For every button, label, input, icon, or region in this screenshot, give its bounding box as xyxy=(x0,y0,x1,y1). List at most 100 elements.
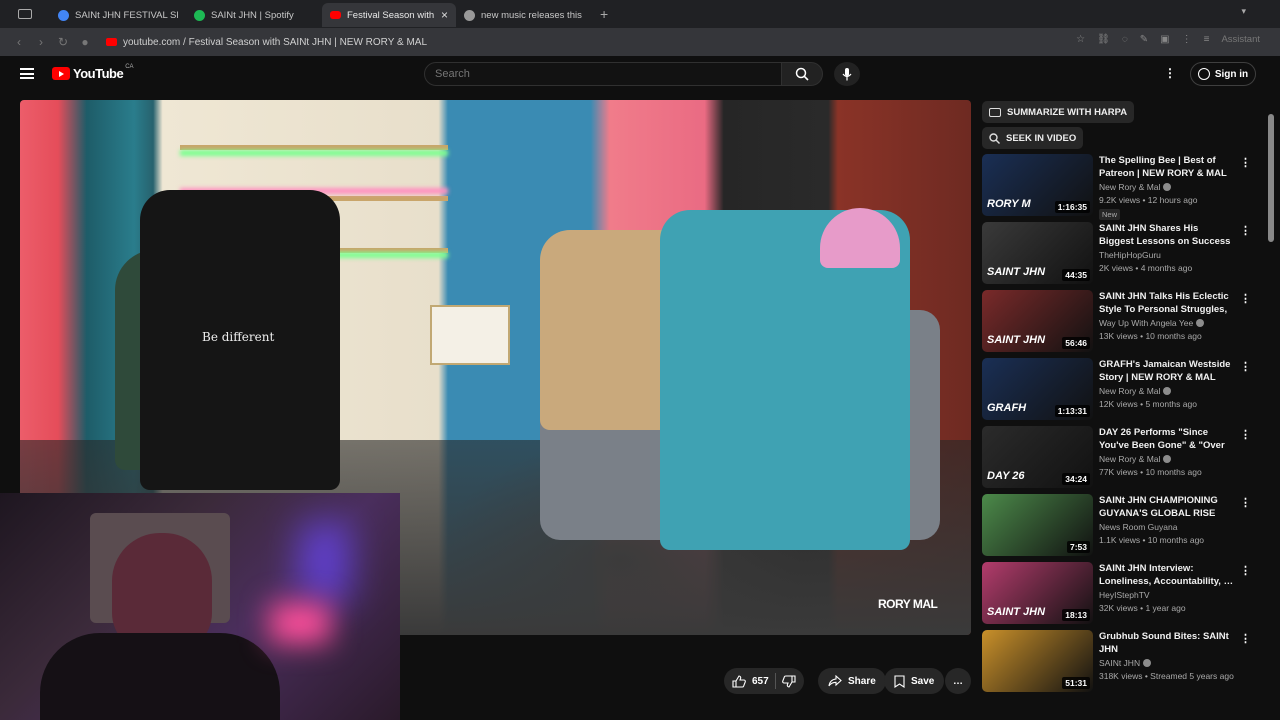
video-thumbnail[interactable]: SAINT JHN 44:35 xyxy=(982,222,1093,284)
video-title[interactable]: Grubhub Sound Bites: SAINt JHN xyxy=(1099,630,1235,656)
save-label: Save xyxy=(911,675,935,687)
save-group: Save xyxy=(884,668,945,694)
channel-name[interactable]: New Rory & Mal xyxy=(1099,454,1160,464)
video-thumbnail[interactable]: SAINT JHN 56:46 xyxy=(982,290,1093,352)
save-button[interactable]: Save xyxy=(884,668,945,694)
video-thumbnail[interactable]: DAY 26 34:24 xyxy=(982,426,1093,488)
video-title[interactable]: SAINt JHN CHAMPIONING GUYANA'S GLOBAL RI… xyxy=(1099,494,1235,520)
link-icon[interactable]: ⛓ xyxy=(1097,34,1110,45)
video-thumbnail[interactable]: GRAFH 1:13:31 xyxy=(982,358,1093,420)
tab-new-music[interactable]: new music releases this wee xyxy=(456,3,592,27)
settings-menu-icon[interactable]: ⋮ xyxy=(1164,66,1176,80)
more-options-icon[interactable]: ⋮ xyxy=(1240,156,1251,169)
recommendation-item[interactable]: 7:53 SAINt JHN CHAMPIONING GUYANA'S GLOBA… xyxy=(980,494,1260,556)
video-thumbnail[interactable]: SAINT JHN 18:13 xyxy=(982,562,1093,624)
search-input[interactable] xyxy=(424,62,782,86)
video-title[interactable]: GRAFH's Jamaican Westside Story | NEW RO… xyxy=(1099,358,1235,384)
divider xyxy=(774,673,776,689)
recommendation-item[interactable]: 51:31 Grubhub Sound Bites: SAINt JHN SAINt… xyxy=(980,630,1260,692)
url-field[interactable]: youtube.com / Festival Season with SAINt… xyxy=(106,37,427,48)
recommendation-item[interactable]: SAINT JHN 44:35 SAINt JHN Shares His Bigge… xyxy=(980,222,1260,284)
camera-icon[interactable]: ▣ xyxy=(1160,34,1169,45)
video-title[interactable]: DAY 26 Performs "Since You've Been Gone"… xyxy=(1099,426,1235,452)
channel-row: New Rory & Mal xyxy=(1099,386,1172,396)
microphone-icon xyxy=(842,67,852,80)
extension-icon[interactable]: ◌ xyxy=(1122,34,1128,45)
channel-name[interactable]: News Room Guyana xyxy=(1099,522,1177,532)
back-icon[interactable]: ‹ xyxy=(8,35,30,49)
thumbnail-text: DAY 26 xyxy=(987,470,1025,482)
tab-spotify[interactable]: SAINt JHN | Spotify xyxy=(186,3,322,27)
bookmark-star-icon[interactable]: ☆ xyxy=(1076,34,1085,45)
video-meta: 32K views • 1 year ago xyxy=(1099,603,1186,613)
channel-name[interactable]: New Rory & Mal xyxy=(1099,386,1160,396)
video-duration: 1:13:31 xyxy=(1054,405,1090,417)
channel-name[interactable]: SAINt JHN xyxy=(1099,658,1140,668)
more-options-icon[interactable]: ⋮ xyxy=(1240,496,1251,509)
mic-permission-icon[interactable]: ● xyxy=(74,35,96,49)
video-meta: 2K views • 4 months ago xyxy=(1099,263,1193,273)
country-code: CA xyxy=(125,63,134,70)
video-thumbnail[interactable]: RORY M 1:16:35 xyxy=(982,154,1093,216)
reload-icon[interactable]: ↻ xyxy=(52,35,74,49)
more-actions-button[interactable]: … xyxy=(945,668,971,694)
more-options-icon[interactable]: ⋮ xyxy=(1240,564,1251,577)
equalizer-icon[interactable]: ⋮ xyxy=(1182,34,1192,45)
seek-in-video-button[interactable]: SEEK IN VIDEO xyxy=(982,127,1084,149)
menu-icon[interactable] xyxy=(20,68,34,79)
channel-row: TheHipHopGuru xyxy=(1099,250,1161,260)
share-button[interactable]: Share xyxy=(818,668,886,694)
more-options-icon[interactable]: ⋮ xyxy=(1240,224,1251,237)
sidebar-toggle-button[interactable] xyxy=(0,0,50,28)
tab-label: new music releases this wee xyxy=(481,9,584,21)
video-title[interactable]: SAINt JHN Shares His Biggest Lessons on … xyxy=(1099,222,1235,248)
video-title[interactable]: The Spelling Bee | Best of Patreon | NEW… xyxy=(1099,154,1235,180)
recommendation-item[interactable]: GRAFH 1:13:31 GRAFH's Jamaican Westside St… xyxy=(980,358,1260,420)
chevron-down-icon[interactable]: ▾ xyxy=(1241,6,1246,17)
channel-name[interactable]: TheHipHopGuru xyxy=(1099,250,1161,260)
close-tab-icon[interactable]: × xyxy=(441,8,448,22)
channel-row: New Rory & Mal xyxy=(1099,182,1172,192)
sign-in-button[interactable]: Sign in xyxy=(1190,62,1256,86)
channel-name[interactable]: New Rory & Mal xyxy=(1099,182,1160,192)
like-button[interactable]: 657 xyxy=(724,668,804,694)
tab-saint-jhn-festival[interactable]: SAINt JHN FESTIVAL SEASO xyxy=(50,3,186,27)
streamer-body xyxy=(40,633,280,720)
video-thumbnail[interactable]: 51:31 xyxy=(982,630,1093,692)
page-scrollbar[interactable] xyxy=(1268,114,1274,242)
voice-search-button[interactable] xyxy=(834,62,860,86)
tab-label: SAINt JHN | Spotify xyxy=(211,9,294,21)
channel-name[interactable]: Way Up With Angela Yee xyxy=(1099,318,1193,328)
more-options-icon[interactable]: ⋮ xyxy=(1240,428,1251,441)
wall-sign xyxy=(430,305,510,365)
recommendation-item[interactable]: SAINT JHN 56:46 SAINt JHN Talks His Eclect… xyxy=(980,290,1260,352)
more-options-icon[interactable]: ⋮ xyxy=(1240,360,1251,373)
tab-youtube-active[interactable]: Festival Season with SAI × xyxy=(322,3,456,27)
verified-icon xyxy=(1163,387,1172,395)
search-button[interactable] xyxy=(781,62,823,86)
recommendation-item[interactable]: DAY 26 34:24 DAY 26 Performs "Since You've… xyxy=(980,426,1260,488)
more-group: … xyxy=(945,668,971,694)
youtube-logo[interactable]: YouTube CA xyxy=(52,63,134,81)
translate-icon[interactable]: ✎ xyxy=(1140,34,1148,45)
forward-icon[interactable]: › xyxy=(30,35,52,49)
sliders-icon[interactable]: ≡ xyxy=(1204,34,1210,45)
channel-name[interactable]: HeyIStephTV xyxy=(1099,590,1150,600)
thumbs-up-icon xyxy=(732,674,746,688)
summarize-harpa-button[interactable]: SUMMARIZE WITH HARPA xyxy=(982,101,1135,123)
thumbs-down-icon[interactable] xyxy=(781,674,796,688)
more-options-icon[interactable]: ⋮ xyxy=(1240,292,1251,305)
assistant-button[interactable]: Assistant xyxy=(1221,34,1260,45)
video-thumbnail[interactable]: 7:53 xyxy=(982,494,1093,556)
video-duration: 1:16:35 xyxy=(1054,201,1090,213)
verified-icon xyxy=(1196,319,1205,327)
recommendation-item[interactable]: RORY M 1:16:35 The Spelling Bee | Best of … xyxy=(980,154,1260,220)
pink-light xyxy=(270,603,330,643)
like-count: 657 xyxy=(752,675,769,687)
video-title[interactable]: SAINt JHN Talks His Eclectic Style To Pe… xyxy=(1099,290,1235,316)
recommendation-item[interactable]: SAINT JHN 18:13 SAINt JHN Interview: Lonel… xyxy=(980,562,1260,624)
share-label: Share xyxy=(848,675,876,687)
video-title[interactable]: SAINt JHN Interview: Loneliness, Account… xyxy=(1099,562,1235,588)
new-tab-button[interactable]: + xyxy=(600,6,608,22)
more-options-icon[interactable]: ⋮ xyxy=(1240,632,1251,645)
